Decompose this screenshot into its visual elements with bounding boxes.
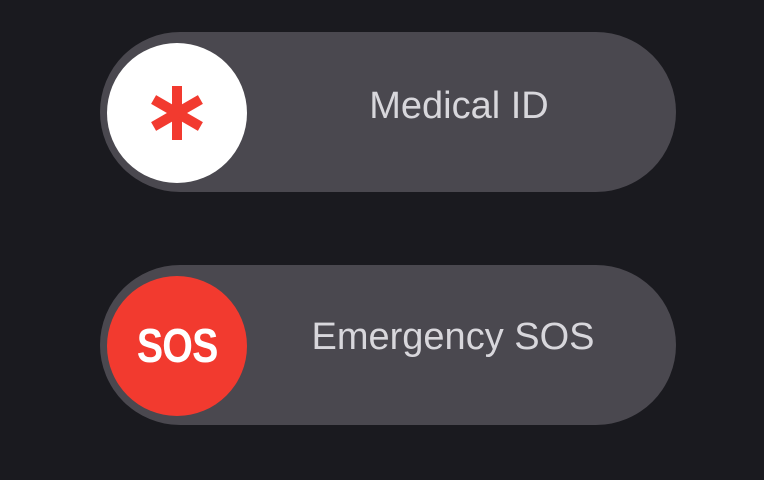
medical-id-slider[interactable]: Medical ID: [100, 32, 676, 192]
emergency-sos-slider[interactable]: SOS Emergency SOS: [100, 265, 676, 425]
medical-id-knob[interactable]: [107, 43, 247, 183]
asterisk-icon: [151, 86, 203, 140]
medical-id-label: Medical ID: [369, 84, 549, 127]
power-off-screen: Medical ID SOS Emergency SOS: [0, 0, 764, 480]
sos-knob-text: SOS: [136, 319, 218, 373]
emergency-sos-knob[interactable]: SOS: [107, 276, 247, 416]
emergency-sos-label: Emergency SOS: [311, 315, 595, 358]
